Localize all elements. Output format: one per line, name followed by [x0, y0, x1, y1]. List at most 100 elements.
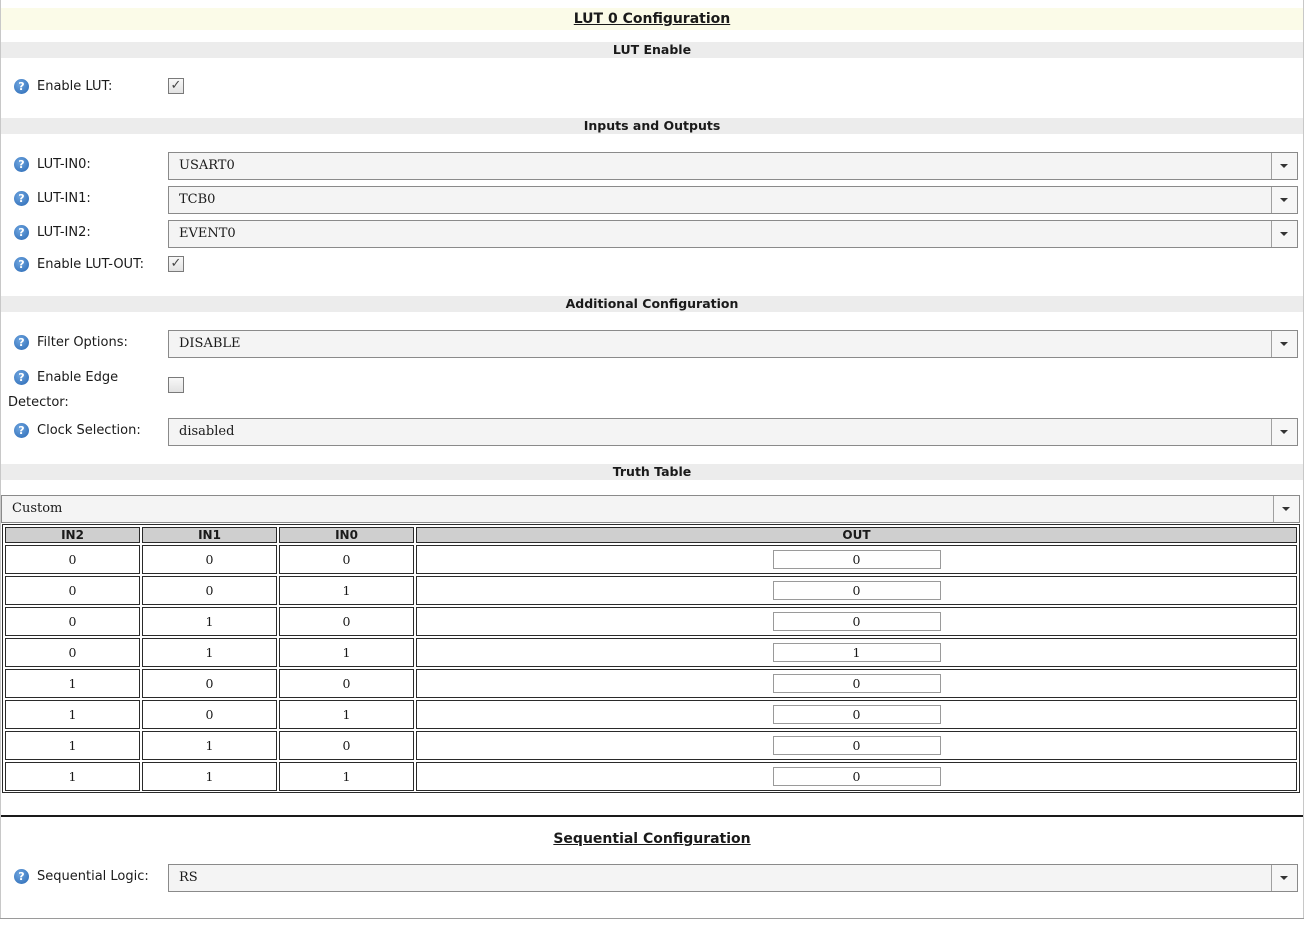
cell-in0: 0: [279, 545, 414, 574]
lut-in2-select[interactable]: EVENT0: [168, 220, 1298, 248]
cell-in1: 1: [142, 638, 277, 667]
out-value-input[interactable]: 0: [772, 581, 941, 600]
column-header-in0: IN0: [279, 527, 414, 543]
cell-in0: 1: [279, 762, 414, 791]
out-value-input[interactable]: 0: [772, 550, 941, 569]
enable-lut-checkbox[interactable]: ✓: [168, 78, 184, 94]
clock-selection-dropdown-button[interactable]: [1271, 419, 1297, 445]
section-header-truth-table: Truth Table: [1, 464, 1303, 480]
cell-in1: 0: [142, 576, 277, 605]
cell-out: 0: [416, 545, 1297, 574]
filter-options-label: Filter Options:: [37, 335, 128, 350]
lut-in0-label: LUT-IN0:: [37, 157, 91, 172]
lut-in0-value: USART0: [179, 158, 235, 173]
check-icon: ✓: [170, 78, 182, 93]
enable-lut-out-label: Enable LUT-OUT:: [37, 257, 144, 272]
lut-in1-select[interactable]: TCB0: [168, 186, 1298, 214]
section-header-additional-configuration: Additional Configuration: [1, 296, 1303, 312]
sequential-logic-select[interactable]: RS: [168, 864, 1298, 892]
enable-lut-out-row-label: ? Enable LUT-OUT:: [14, 254, 144, 276]
truth-table-preset-dropdown-button[interactable]: [1273, 496, 1299, 522]
clock-selection-row-label: ? Clock Selection:: [14, 420, 141, 442]
clock-selection-select[interactable]: disabled: [168, 418, 1298, 446]
cell-in0: 1: [279, 700, 414, 729]
lut-in2-row-label: ? LUT-IN2:: [14, 222, 91, 244]
out-value-input[interactable]: 0: [772, 612, 941, 631]
help-icon[interactable]: ?: [14, 369, 29, 385]
cell-in1: 1: [142, 762, 277, 791]
chevron-down-icon: [1280, 876, 1288, 880]
table-row: 0 1 0 0: [5, 607, 1297, 636]
help-icon[interactable]: ?: [14, 224, 29, 240]
lut-in0-select[interactable]: USART0: [168, 152, 1298, 180]
help-icon[interactable]: ?: [14, 868, 29, 884]
table-row: 0 1 1 1: [5, 638, 1297, 667]
chevron-down-icon: [1282, 507, 1290, 511]
out-value-input[interactable]: 1: [772, 643, 941, 662]
truth-table: IN2 IN1 IN0 OUT 0 0 0 0 0 0 1 0 0 1 0 0 …: [2, 524, 1300, 793]
help-icon[interactable]: ?: [14, 78, 29, 94]
truth-table-preset-select[interactable]: Custom: [1, 495, 1300, 523]
chevron-down-icon: [1280, 164, 1288, 168]
enable-lut-out-checkbox[interactable]: ✓: [168, 256, 184, 272]
check-icon: ✓: [170, 256, 182, 271]
column-header-out: OUT: [416, 527, 1297, 543]
out-value-input[interactable]: 0: [772, 705, 941, 724]
cell-in2: 0: [5, 607, 140, 636]
lut-in1-row-label: ? LUT-IN1:: [14, 188, 91, 210]
cell-in1: 0: [142, 669, 277, 698]
cell-out: 0: [416, 669, 1297, 698]
cell-in1: 0: [142, 700, 277, 729]
help-icon[interactable]: ?: [14, 334, 29, 350]
enable-lut-label: Enable LUT:: [37, 79, 113, 94]
cell-in2: 0: [5, 638, 140, 667]
table-row: 1 1 0 0: [5, 731, 1297, 760]
filter-options-dropdown-button[interactable]: [1271, 331, 1297, 357]
lut-in0-row-label: ? LUT-IN0:: [14, 154, 91, 176]
help-icon[interactable]: ?: [14, 190, 29, 206]
enable-edge-detector-row-label: ? Enable Edge Detector:: [8, 366, 158, 415]
out-value-input[interactable]: 0: [772, 767, 941, 786]
sequential-logic-row-label: ? Sequential Logic:: [14, 866, 149, 888]
help-icon[interactable]: ?: [14, 156, 29, 172]
cell-in0: 0: [279, 607, 414, 636]
filter-options-select[interactable]: DISABLE: [168, 330, 1298, 358]
lut-in2-value: EVENT0: [179, 226, 236, 241]
cell-in2: 0: [5, 576, 140, 605]
truth-table-header-row: IN2 IN1 IN0 OUT: [5, 527, 1297, 543]
cell-out: 0: [416, 731, 1297, 760]
sequential-logic-dropdown-button[interactable]: [1271, 865, 1297, 891]
chevron-down-icon: [1280, 342, 1288, 346]
cell-in1: 1: [142, 607, 277, 636]
lut-in1-value: TCB0: [179, 192, 216, 207]
cell-in1: 0: [142, 545, 277, 574]
table-row: 1 1 1 0: [5, 762, 1297, 791]
cell-in0: 0: [279, 669, 414, 698]
right-border: [1303, 0, 1304, 918]
table-row: 0 0 0 0: [5, 545, 1297, 574]
filter-options-row-label: ? Filter Options:: [14, 332, 128, 354]
help-icon[interactable]: ?: [14, 422, 29, 438]
truth-table-preset-value: Custom: [12, 501, 63, 516]
filter-options-value: DISABLE: [179, 336, 241, 351]
out-value-input[interactable]: 0: [772, 736, 941, 755]
column-header-in2: IN2: [5, 527, 140, 543]
lut-in2-dropdown-button[interactable]: [1271, 221, 1297, 247]
page-title: LUT 0 Configuration: [1, 8, 1303, 30]
help-icon[interactable]: ?: [14, 256, 29, 272]
lut-in1-dropdown-button[interactable]: [1271, 187, 1297, 213]
lut-in2-label: LUT-IN2:: [37, 225, 91, 240]
out-value-input[interactable]: 0: [772, 674, 941, 693]
cell-out: 0: [416, 576, 1297, 605]
cell-in2: 1: [5, 762, 140, 791]
lut-in0-dropdown-button[interactable]: [1271, 153, 1297, 179]
bottom-border: [0, 918, 1304, 919]
table-row: 1 0 1 0: [5, 700, 1297, 729]
clock-selection-label: Clock Selection:: [37, 423, 141, 438]
enable-edge-detector-label-line1: Enable Edge: [37, 370, 119, 385]
cell-in0: 1: [279, 576, 414, 605]
enable-edge-detector-checkbox[interactable]: [168, 377, 184, 393]
cell-in2: 1: [5, 700, 140, 729]
chevron-down-icon: [1280, 430, 1288, 434]
cell-out: 0: [416, 607, 1297, 636]
